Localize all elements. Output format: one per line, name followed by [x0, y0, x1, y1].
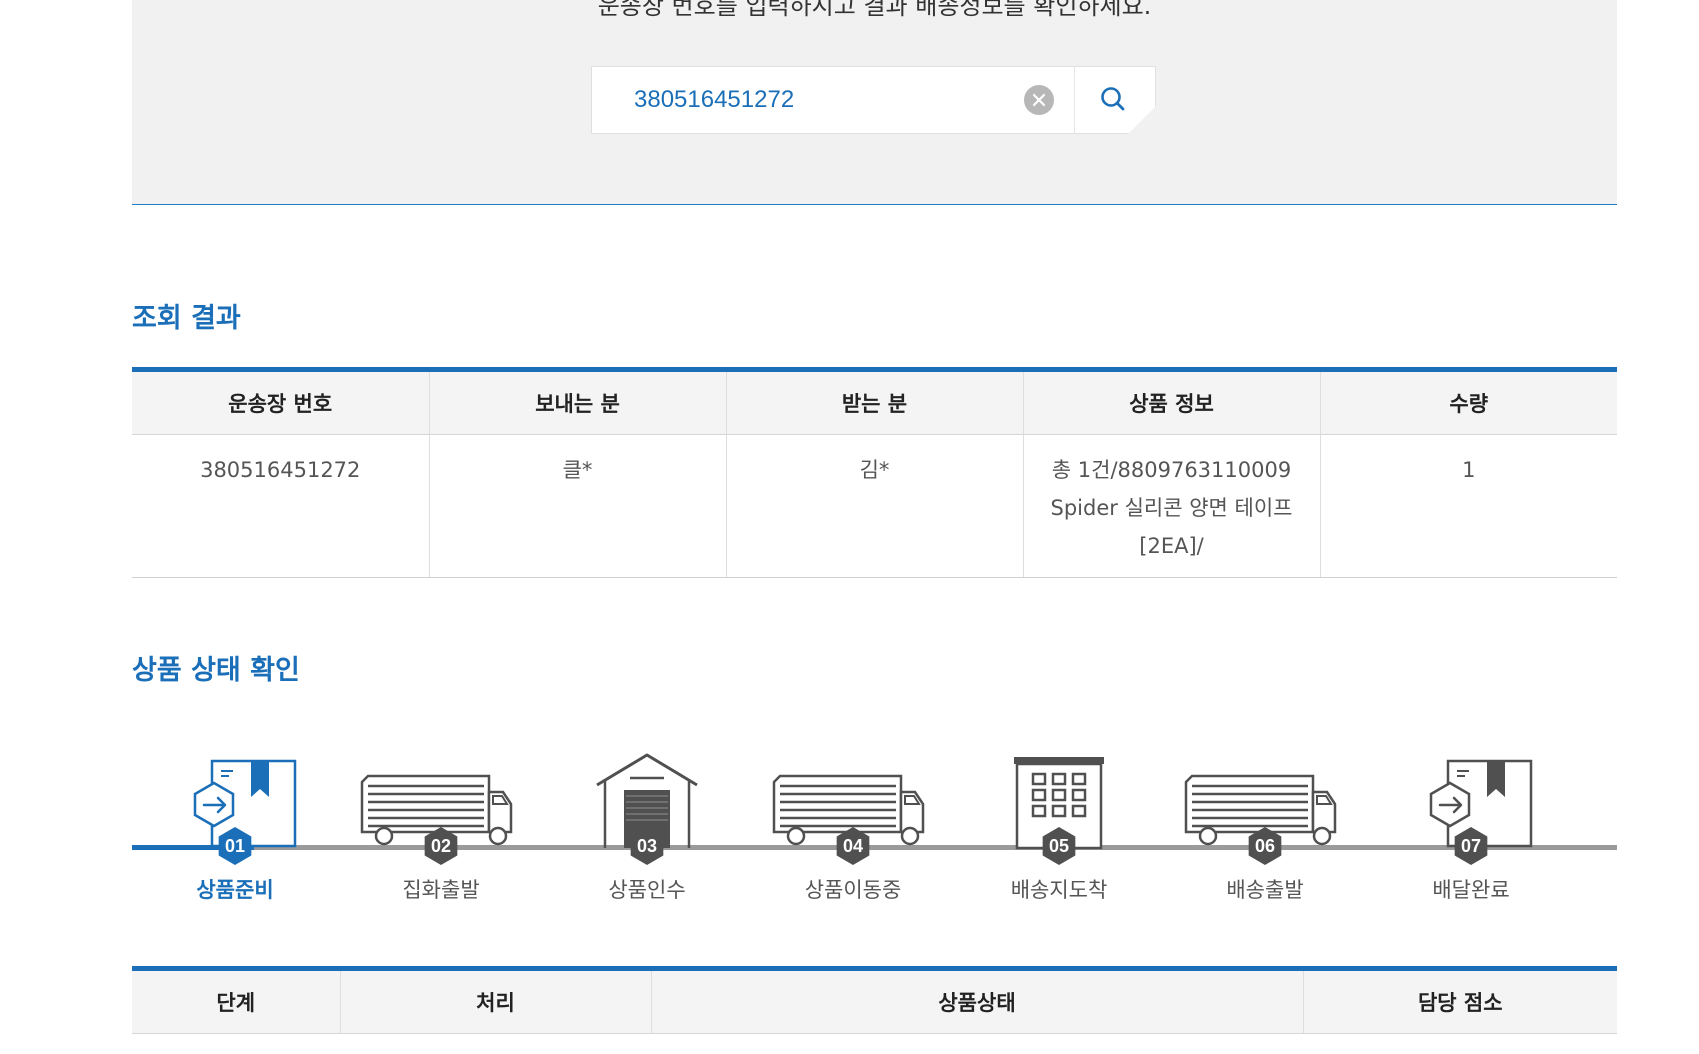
step-label: 상품인수: [608, 878, 686, 902]
cell-tracking-number: 380516451272: [132, 434, 429, 578]
tracking-number-input[interactable]: [592, 67, 1074, 133]
cell-quantity: 1: [1319, 434, 1617, 578]
step-number: 01: [216, 827, 254, 865]
step-06: 06 배송출발: [1162, 752, 1368, 912]
header-product-status: 상품상태: [650, 968, 1303, 1034]
cell-product-info: 총 1건/8809763110009 Spider 실리콘 양면 테이프 [2E…: [1022, 434, 1320, 578]
step-number: 03: [628, 827, 666, 865]
step-label: 상품준비: [196, 878, 274, 902]
step-number: 04: [834, 827, 872, 865]
header-stage: 단계: [132, 968, 340, 1034]
step-number: 05: [1040, 827, 1078, 865]
table-row: 380516451272 클* 김* 총 1건/8809763110009 Sp…: [132, 434, 1617, 578]
header-processing: 처리: [339, 968, 651, 1034]
step-label: 배송출발: [1226, 878, 1304, 902]
status-progress: 01 상품준비 02 집화출발 03 상품인수 04 상품이동중 05 배송지도…: [132, 752, 1617, 912]
result-table: 운송장 번호 보내는 분 받는 분 상품 정보 수량 380516451272 …: [132, 367, 1617, 578]
step-number: 06: [1246, 827, 1284, 865]
step-02: 02 집화출발: [338, 752, 544, 912]
search-box-fold: [1128, 106, 1156, 134]
header-product-info: 상품 정보: [1022, 369, 1320, 435]
status-title: 상품 상태 확인: [132, 655, 300, 686]
step-01: 01 상품준비: [132, 752, 338, 912]
result-header-row: 운송장 번호 보내는 분 받는 분 상품 정보 수량: [132, 369, 1617, 435]
step-label: 배달완료: [1432, 878, 1510, 902]
result-title: 조회 결과: [132, 303, 241, 334]
search-instruction: 운송장 번호를 입력하시고 결과 배송정보를 확인하세요.: [597, 0, 1152, 20]
step-number: 02: [422, 827, 460, 865]
header-sender: 보내는 분: [428, 369, 726, 435]
header-quantity: 수량: [1319, 369, 1617, 435]
search-panel: 운송장 번호를 입력하시고 결과 배송정보를 확인하세요.: [132, 0, 1617, 205]
step-label: 집화출발: [402, 878, 480, 902]
detail-table: 단계 처리 상품상태 담당 점소: [132, 966, 1617, 1034]
step-label: 상품이동중: [804, 878, 902, 902]
step-label: 배송지도착: [1010, 878, 1108, 902]
cell-receiver: 김*: [725, 434, 1023, 578]
step-03: 03 상품인수: [544, 752, 750, 912]
close-icon: [1032, 93, 1046, 107]
cell-sender: 클*: [428, 434, 726, 578]
step-05: 05 배송지도착: [956, 752, 1162, 912]
step-04: 04 상품이동중: [750, 752, 956, 912]
detail-header-row: 단계 처리 상품상태 담당 점소: [132, 968, 1617, 1034]
header-tracking-number: 운송장 번호: [132, 369, 429, 435]
step-07: 07 배달완료: [1368, 752, 1574, 912]
header-receiver: 받는 분: [725, 369, 1023, 435]
header-branch: 담당 점소: [1302, 968, 1617, 1034]
step-number: 07: [1452, 827, 1490, 865]
search-box: [591, 66, 1156, 134]
clear-input-button[interactable]: [1024, 85, 1054, 115]
